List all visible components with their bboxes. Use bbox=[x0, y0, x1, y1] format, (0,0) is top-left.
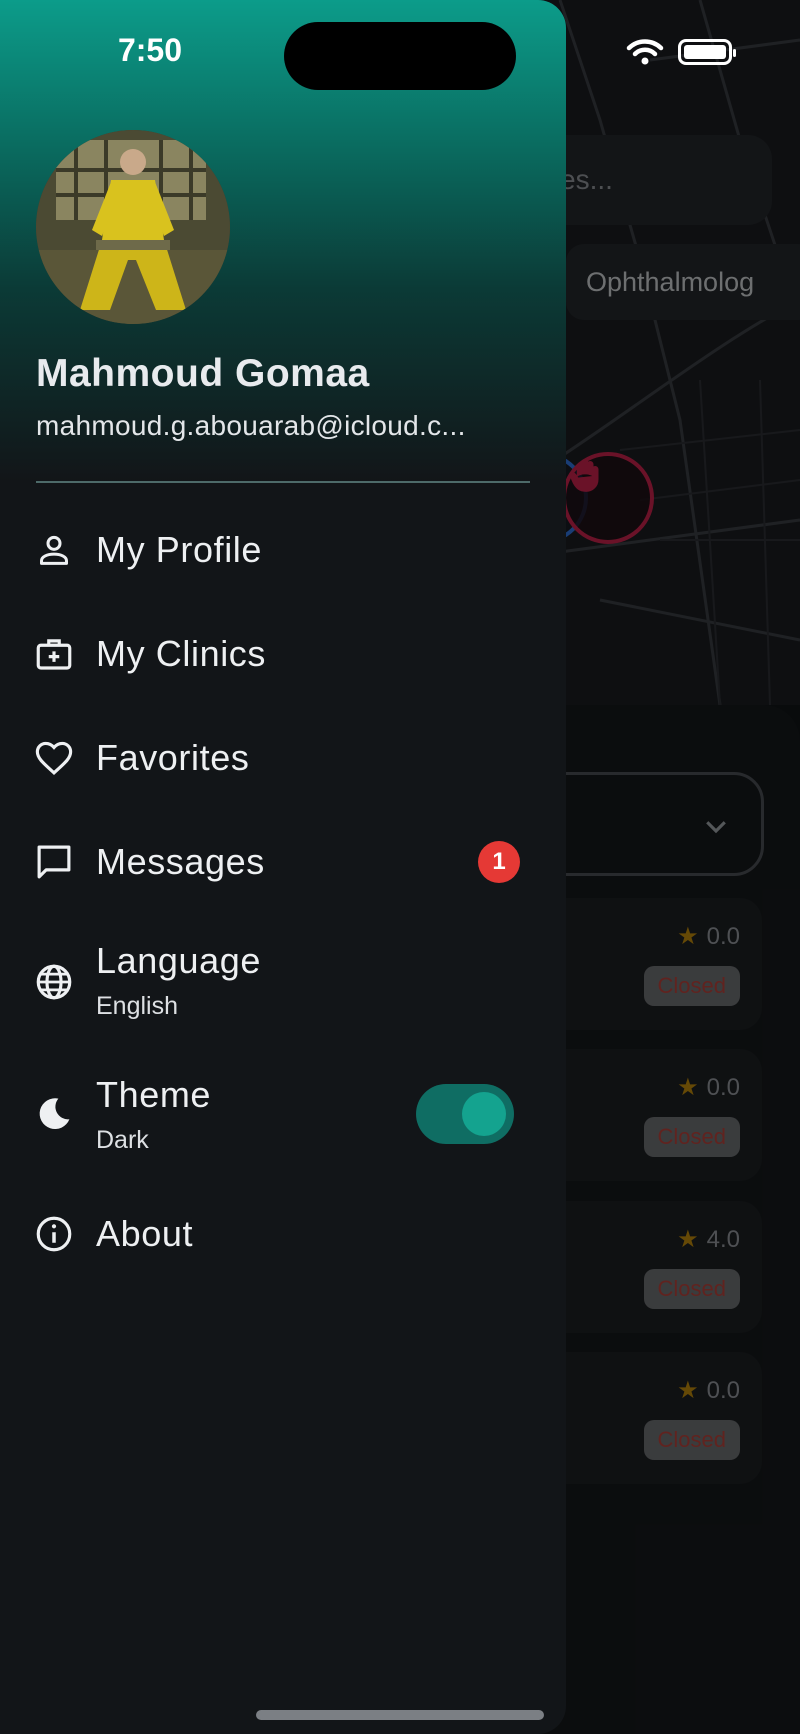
menu-sublabel: Dark bbox=[96, 1126, 149, 1154]
user-email: mahmoud.g.abouarab@icloud.c... bbox=[36, 410, 466, 441]
menu-label: Theme bbox=[96, 1074, 212, 1115]
user-name: Mahmoud Gomaa bbox=[36, 352, 370, 395]
menu-item-messages[interactable]: Messages 1 bbox=[0, 814, 566, 910]
menu-label: My Clinics bbox=[96, 633, 267, 674]
dynamic-island bbox=[284, 22, 516, 90]
menu-item-theme[interactable]: Theme Dark bbox=[0, 1060, 566, 1168]
heart-icon bbox=[32, 736, 76, 780]
medical-bag-icon bbox=[32, 632, 76, 676]
menu-label: Language bbox=[96, 940, 261, 981]
info-icon bbox=[32, 1212, 76, 1256]
chat-icon bbox=[32, 840, 76, 884]
menu-item-favorites[interactable]: Favorites bbox=[0, 710, 566, 806]
avatar[interactable] bbox=[36, 130, 230, 324]
menu-sublabel: English bbox=[96, 992, 178, 1020]
menu-item-about[interactable]: About bbox=[0, 1186, 566, 1282]
status-icons bbox=[626, 38, 736, 66]
status-time: 7:50 bbox=[117, 32, 183, 68]
screen: es... Ophthalmolog ★ 0.0 Closed ★ 0.0 Clos… bbox=[0, 0, 800, 1734]
avatar-image bbox=[36, 130, 230, 324]
navigation-drawer: Mahmoud Gomaa mahmoud.g.abouarab@icloud.… bbox=[0, 0, 566, 1734]
menu-item-language[interactable]: Language English bbox=[0, 928, 566, 1036]
wifi-icon bbox=[626, 39, 664, 65]
moon-icon bbox=[32, 1092, 76, 1136]
menu-item-my-profile[interactable]: My Profile bbox=[0, 502, 566, 598]
globe-icon bbox=[32, 960, 76, 1004]
menu-label: About bbox=[96, 1213, 194, 1254]
person-icon bbox=[32, 528, 76, 572]
menu-item-my-clinics[interactable]: My Clinics bbox=[0, 606, 566, 702]
home-indicator[interactable] bbox=[256, 1710, 544, 1720]
battery-icon bbox=[678, 39, 736, 65]
unread-badge: 1 bbox=[478, 841, 520, 883]
menu-label: Messages bbox=[96, 841, 265, 882]
menu-label: My Profile bbox=[96, 529, 263, 570]
header-divider bbox=[36, 481, 530, 483]
theme-toggle[interactable] bbox=[416, 1084, 514, 1144]
toggle-knob bbox=[462, 1092, 506, 1136]
menu-label: Favorites bbox=[96, 737, 250, 778]
